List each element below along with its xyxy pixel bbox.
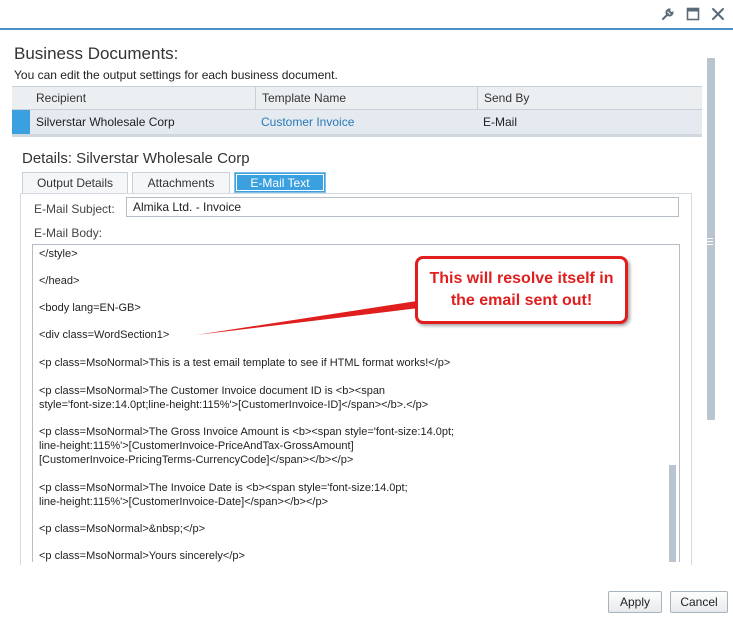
cancel-button[interactable]: Cancel [670, 591, 728, 613]
annotation-callout: This will resolve itself in the email se… [415, 256, 628, 324]
apply-button[interactable]: Apply [608, 591, 662, 613]
